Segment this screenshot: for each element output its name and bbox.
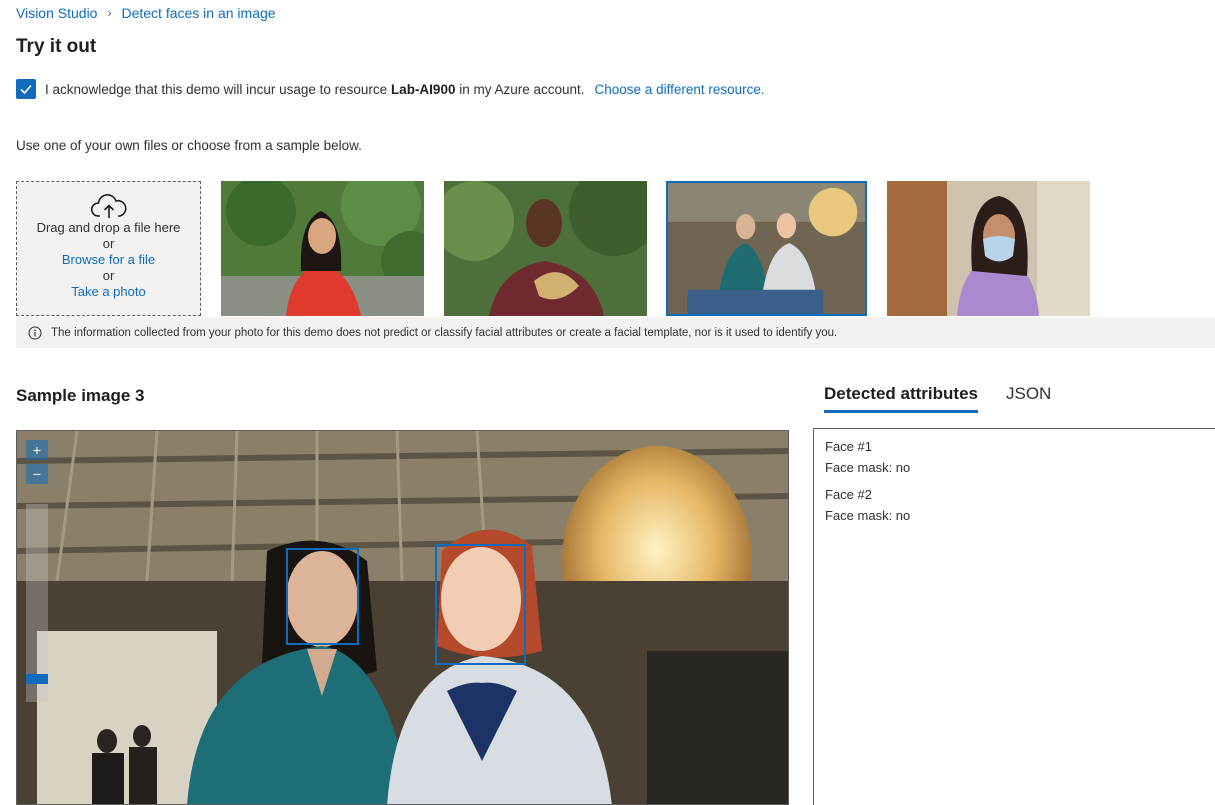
zoom-slider-track[interactable] <box>26 504 48 702</box>
resource-name: Lab-AI900 <box>390 81 456 97</box>
breadcrumb: Vision Studio › Detect faces in an image <box>16 5 276 21</box>
face-result-1: Face #1 Face mask: no <box>825 436 1211 478</box>
choose-resource-link[interactable]: Choose a different resource. <box>595 82 765 97</box>
zoom-in-button[interactable]: + <box>26 440 48 460</box>
take-photo-link[interactable]: Take a photo <box>17 284 200 300</box>
or-text: or <box>102 236 115 251</box>
instruction-text: Use one of your own files or choose from… <box>16 138 362 153</box>
acknowledge-text: I acknowledge that this demo will incur … <box>45 81 585 97</box>
face-box-2[interactable] <box>435 544 526 665</box>
cloud-upload-icon <box>17 194 200 220</box>
zoom-out-button[interactable]: − <box>26 464 48 484</box>
tab-json[interactable]: JSON <box>1006 384 1051 413</box>
acknowledge-row: I acknowledge that this demo will incur … <box>16 79 765 99</box>
face-box-1[interactable] <box>286 548 359 645</box>
face-mask-value: Face mask: no <box>825 508 911 523</box>
results-tabs: Detected attributes JSON <box>824 384 1079 413</box>
breadcrumb-root-link[interactable]: Vision Studio <box>16 5 97 21</box>
sample-thumbnail-1[interactable] <box>221 181 424 316</box>
face-label: Face #2 <box>825 487 872 502</box>
face-result-2: Face #2 Face mask: no <box>825 484 1211 526</box>
sample-thumbnail-2[interactable] <box>444 181 647 316</box>
or-text: or <box>102 268 115 283</box>
privacy-info-bar: The information collected from your phot… <box>16 317 1215 348</box>
acknowledge-checkbox[interactable] <box>16 79 36 99</box>
sample-image <box>17 431 788 804</box>
privacy-info-text: The information collected from your phot… <box>51 326 838 339</box>
sample-thumbnail-4[interactable] <box>887 181 1090 316</box>
face-label: Face #1 <box>825 439 872 454</box>
chevron-right-icon: › <box>107 6 112 20</box>
tab-detected-attributes[interactable]: Detected attributes <box>824 384 978 413</box>
sample-image-title: Sample image 3 <box>16 386 145 405</box>
upload-dropzone[interactable]: Drag and drop a file here or Browse for … <box>16 181 201 316</box>
sample-thumbnail-3[interactable] <box>666 181 867 316</box>
info-icon <box>28 326 42 339</box>
checkmark-icon <box>20 84 32 95</box>
face-mask-value: Face mask: no <box>825 460 911 475</box>
drag-drop-text: Drag and drop a file here <box>36 220 181 235</box>
browse-file-link[interactable]: Browse for a file <box>17 252 200 268</box>
detected-attributes-panel: Face #1 Face mask: no Face #2 Face mask:… <box>813 428 1215 805</box>
breadcrumb-current-link[interactable]: Detect faces in an image <box>121 5 275 21</box>
zoom-slider-handle[interactable] <box>26 674 48 684</box>
sample-image-viewer: + − <box>16 430 789 805</box>
page-title: Try it out <box>16 36 97 57</box>
